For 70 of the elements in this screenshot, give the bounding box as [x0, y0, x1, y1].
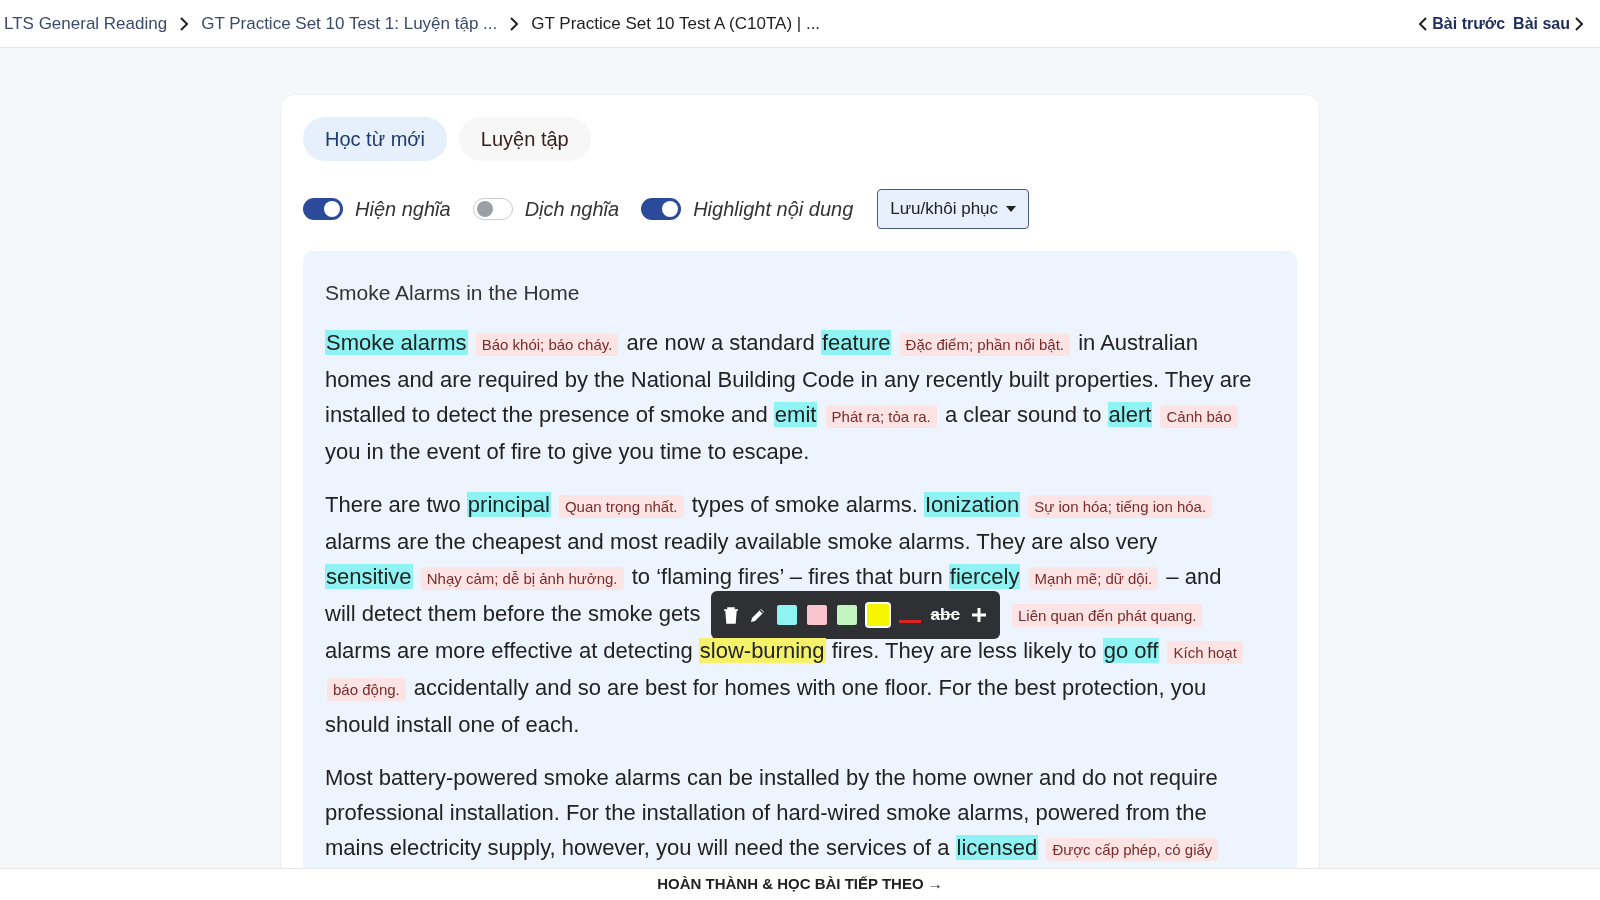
passage-text: – and [1166, 563, 1222, 589]
passage-title: Smoke Alarms in the Home [325, 280, 581, 306]
toggle-label: Highlight nội dung [693, 197, 854, 222]
breadcrumb-link[interactable]: LTS General Reading [4, 10, 168, 37]
meaning-tag: báo động. [327, 677, 406, 701]
passage-text: mains electricity supply, however, you will need the services of a [325, 834, 950, 860]
strikethrough-button[interactable]: abc [930, 597, 960, 633]
chevron-left-icon [1418, 15, 1429, 32]
meaning-tag: Liên quan đến phát quang. [1011, 603, 1203, 627]
passage-text: types of smoke alarms. [691, 491, 918, 517]
color-swatch[interactable] [806, 604, 827, 625]
highlighted-term[interactable]: principal [466, 491, 551, 517]
passage-text: alarms are more effective at detecting [325, 637, 693, 663]
passage-text: you in the event of fire to give you time to escape. [325, 438, 810, 464]
passage-text: in Australian [1078, 329, 1198, 355]
highlighted-term[interactable]: Ionization [923, 491, 1021, 517]
passage-text: to ‘flaming fires’ – fires that burn [631, 563, 943, 589]
previous-lesson-link[interactable]: Bài trước [1418, 11, 1506, 36]
passage-text: homes and are required by the National Building Code in any recently built properties. They are [325, 366, 1252, 392]
tab[interactable]: Học từ mới [303, 117, 447, 161]
passage-text: Most battery-powered smoke alarms can be installed by the home owner and do not require [325, 764, 1218, 790]
meaning-tag: Mạnh mẽ; dữ dội. [1028, 566, 1159, 590]
highlighted-term[interactable]: feature [820, 329, 892, 355]
trash-icon[interactable] [722, 605, 739, 624]
toggle-switch[interactable] [472, 198, 513, 220]
toggle-label: Hiện nghĩa [355, 197, 451, 222]
toggle-switch[interactable] [303, 198, 343, 220]
highlighted-term[interactable]: Smoke alarms [325, 329, 468, 355]
color-swatch[interactable] [836, 604, 857, 625]
highlighted-term[interactable]: fiercely [948, 563, 1021, 589]
passage-text: should install one of each. [325, 711, 580, 737]
passage-text: will detect them before the smoke gets [325, 600, 701, 626]
save-restore-dropdown[interactable]: Lưu/khôi phục [877, 189, 1030, 229]
meaning-tag: Đặc điểm; phần nổi bật. [899, 332, 1071, 356]
toggle-switch[interactable] [641, 198, 682, 220]
breadcrumb-link[interactable]: GT Practice Set 10 Test A (C10TA) | ... [531, 10, 821, 37]
passage-text: are now a standard [626, 329, 815, 355]
tab[interactable]: Luyện tập [458, 117, 591, 161]
toggle-label: Dịch nghĩa [524, 197, 620, 222]
highlighted-term[interactable]: licensed [955, 834, 1039, 860]
passage-text: There are two [325, 491, 461, 517]
meaning-tag: Nhạy cảm; dễ bị ảnh hưởng. [420, 566, 624, 590]
passage-text: alarms are the cheapest and most readily available smoke alarms. They are also very [325, 528, 1158, 554]
passage-text: a clear sound to [944, 401, 1102, 427]
meaning-tag: Báo khói; báo cháy. [475, 332, 619, 356]
passage-text: installed to detect the presence of smoke and [325, 401, 768, 427]
caret-icon [1006, 206, 1017, 212]
meaning-tag: Được cấp phép, có giấy [1046, 837, 1219, 861]
meaning-tag: Quan trọng nhất. [558, 494, 684, 518]
highlighted-term[interactable]: go off [1102, 637, 1160, 663]
breadcrumb-link[interactable]: GT Practice Set 10 Test 1: Luyện tập ... [201, 10, 498, 37]
highlighted-term[interactable]: alert [1107, 401, 1153, 427]
chevron-right-icon [509, 15, 520, 32]
plus-icon[interactable] [969, 605, 988, 624]
meaning-tag: Sự ion hóa; tiếng ion hóa. [1028, 494, 1213, 518]
passage-text: fires. They are less likely to [831, 637, 1097, 663]
complete-next-button[interactable]: HOÀN THÀNH & HỌC BÀI TIẾP THEO → [657, 873, 943, 896]
highlighted-term[interactable]: emit [773, 401, 818, 427]
meaning-tag: Kích hoạt [1167, 640, 1243, 664]
next-lesson-link[interactable]: Bài sau [1513, 11, 1584, 36]
passage-text: professional installation. For the installation of hard-wired smoke alarms, powered from the [325, 799, 1207, 825]
highlighted-term[interactable]: sensitive [325, 563, 413, 589]
color-swatch[interactable] [866, 603, 889, 626]
meaning-tag: Phát ra; tỏa ra. [825, 404, 937, 428]
passage-text: accidentally and so are best for homes with one floor. For the best protection, you [413, 674, 1207, 700]
meaning-tag: Cảnh báo [1160, 404, 1238, 428]
highlighted-term[interactable]: slow-burning [698, 637, 826, 663]
chevron-right-icon [1574, 15, 1584, 32]
chevron-right-icon [179, 15, 190, 32]
color-swatch[interactable] [776, 604, 797, 625]
